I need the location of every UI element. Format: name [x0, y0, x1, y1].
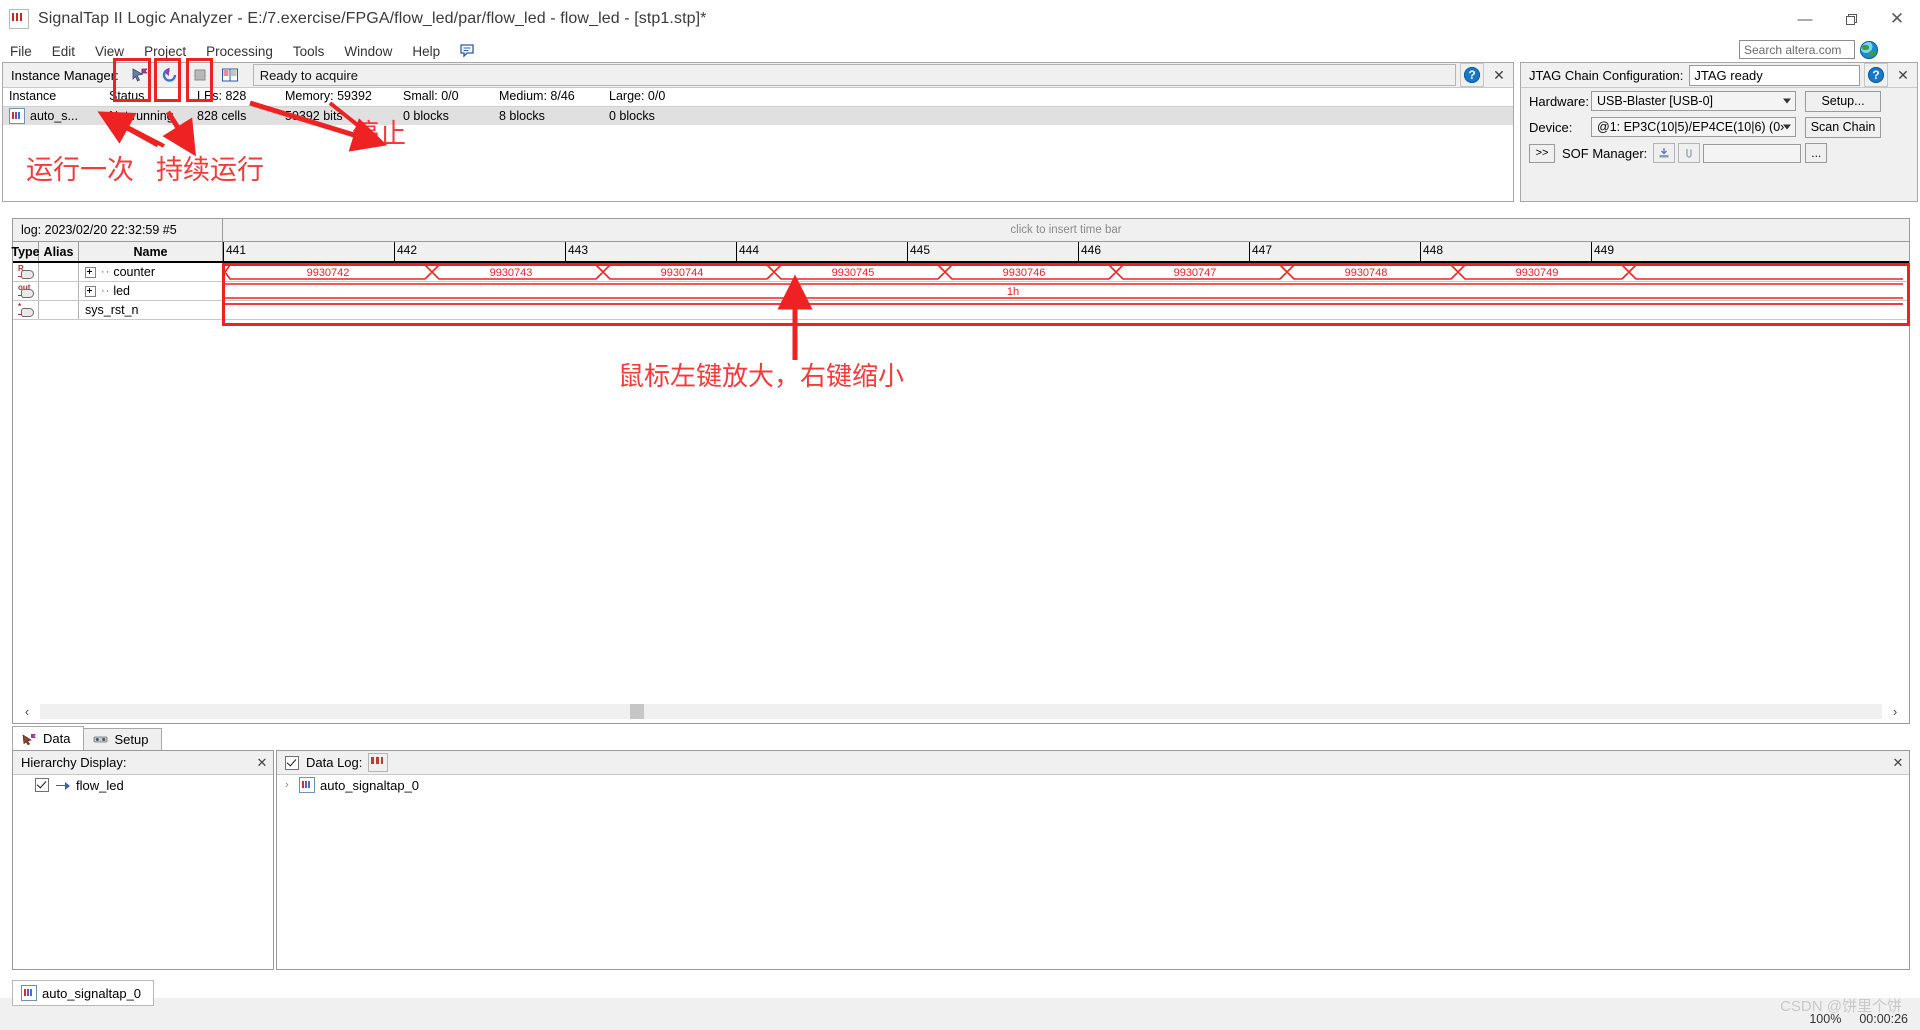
- annotation-arrows: [97, 100, 813, 360]
- signaltap-application-window: SignalTap II Logic Analyzer - E:/7.exerc…: [0, 0, 1920, 1030]
